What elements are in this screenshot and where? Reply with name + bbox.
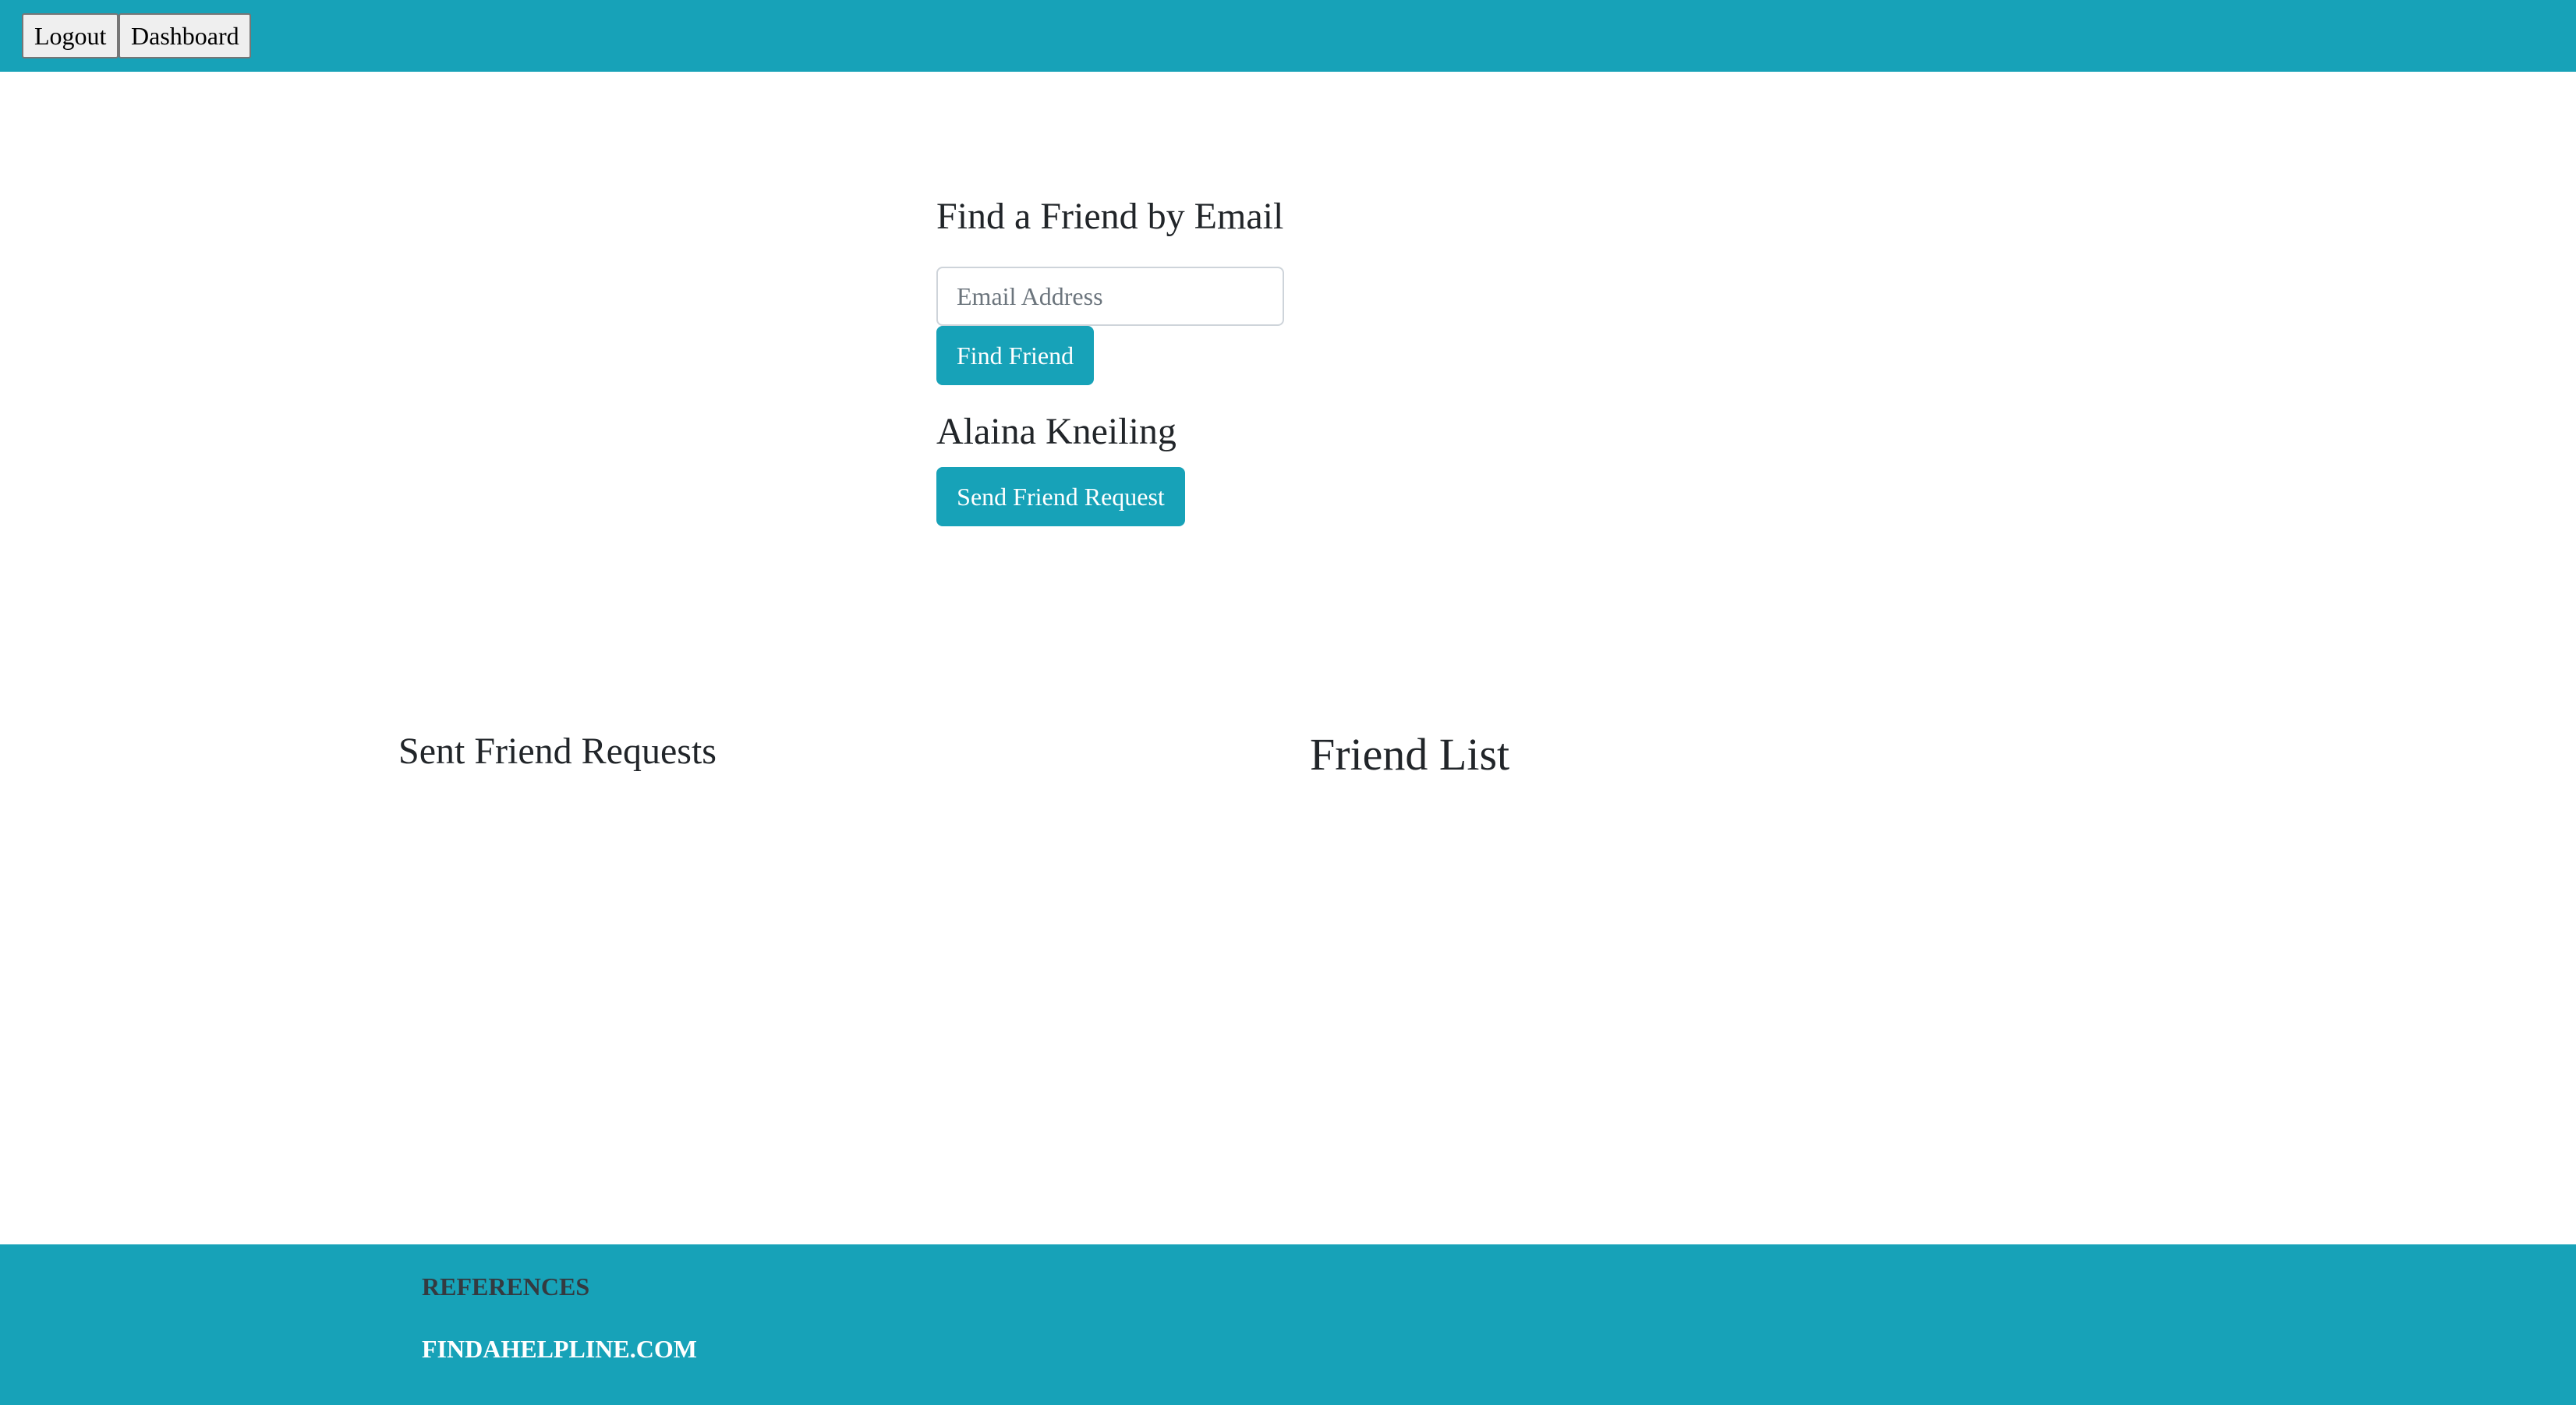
dashboard-button[interactable]: Dashboard: [119, 13, 251, 58]
footer: REFERENCES FINDAHELPLINE.COM: [0, 1244, 2576, 1405]
search-result-name: Alaina Kneiling: [936, 411, 1177, 452]
sent-friend-requests-heading: Sent Friend Requests: [398, 731, 717, 772]
friend-list-heading: Friend List: [1310, 729, 1510, 780]
logout-button[interactable]: Logout: [22, 13, 119, 58]
findahelpline-link[interactable]: FINDAHELPLINE.COM: [422, 1335, 697, 1364]
top-nav-bar: Logout Dashboard: [0, 0, 2576, 72]
find-friend-heading: Find a Friend by Email: [936, 196, 1284, 237]
find-friend-button[interactable]: Find Friend: [936, 326, 1094, 385]
footer-references-heading: REFERENCES: [422, 1272, 590, 1301]
send-friend-request-button[interactable]: Send Friend Request: [936, 467, 1185, 526]
email-address-input[interactable]: [936, 267, 1284, 326]
